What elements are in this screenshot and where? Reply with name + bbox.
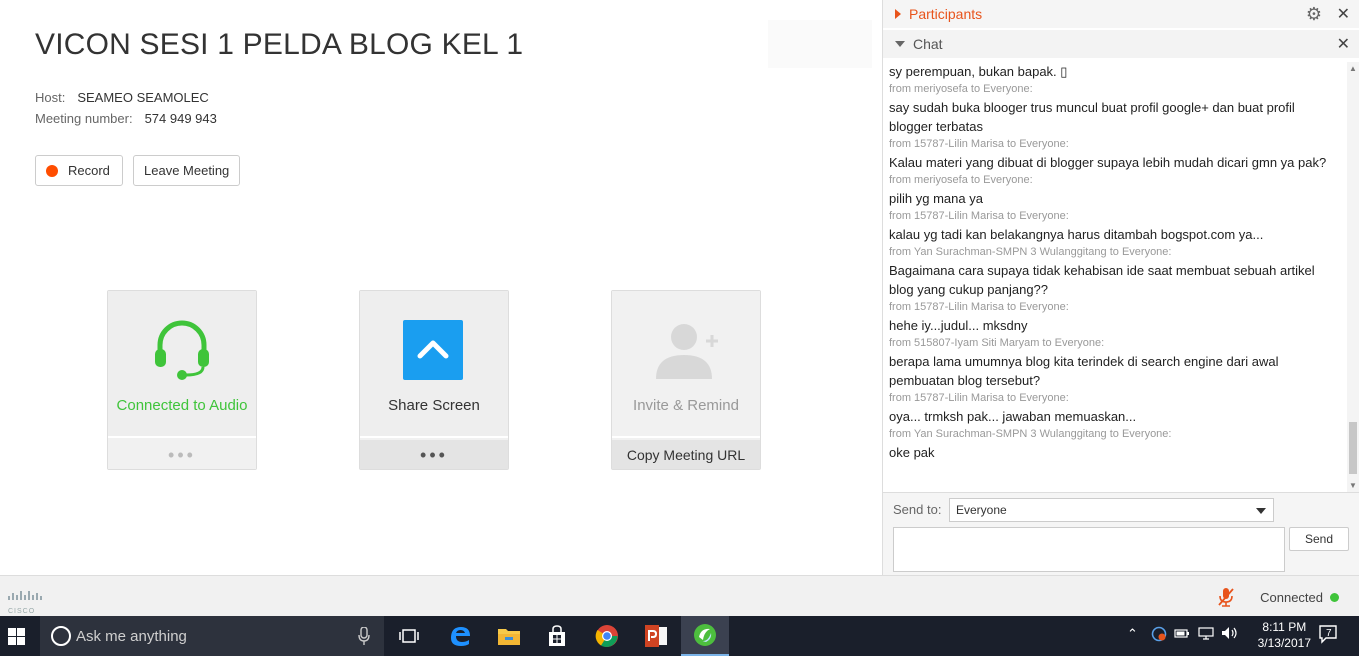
- chat-message: oke pak: [889, 445, 935, 460]
- meeting-number-row: Meeting number: 574 949 943: [35, 111, 217, 126]
- chat-message: Bagaimana cara supaya tidak kehabisan id…: [889, 263, 1315, 313]
- chevron-up-icon[interactable]: ⌃: [1127, 626, 1138, 642]
- chat-message: hehe iy...judul... mksdny from 515807-Iya…: [889, 318, 1105, 349]
- microphone-icon[interactable]: [358, 627, 370, 645]
- powerpoint-icon[interactable]: [632, 616, 680, 656]
- share-more-button[interactable]: •••: [360, 440, 508, 469]
- close-icon[interactable]: ✕: [1337, 4, 1350, 24]
- chat-message: berapa lama umumnya blog kita terindek d…: [889, 354, 1279, 404]
- record-button[interactable]: Record: [35, 155, 123, 186]
- send-to-select[interactable]: Everyone: [949, 498, 1274, 522]
- meeting-title: VICON SESI 1 PELDA BLOG KEL 1: [35, 28, 524, 61]
- send-to-value: Everyone: [956, 503, 1007, 517]
- network-icon[interactable]: [1198, 626, 1214, 643]
- host-row: Host: SEAMEO SEAMOLEC: [35, 90, 209, 105]
- chat-input[interactable]: [893, 527, 1285, 572]
- chat-message: pilih yg mana ya from 15787-Lilin Marisa …: [889, 191, 1069, 222]
- connection-status: Connected: [1260, 590, 1323, 605]
- scroll-thumb[interactable]: [1349, 422, 1357, 474]
- muted-mic-icon[interactable]: [1217, 587, 1235, 607]
- chat-message: sy perempuan, bukan bapak. ▯ from meriyos…: [889, 64, 1068, 95]
- chat-message: Kalau materi yang dibuat di blogger supa…: [889, 155, 1327, 186]
- cisco-bars-icon: [8, 591, 42, 600]
- system-clock[interactable]: 8:11 PM 3/13/2017: [1258, 619, 1311, 651]
- send-button[interactable]: Send: [1289, 527, 1349, 551]
- host-label: Host:: [35, 90, 66, 105]
- volume-icon[interactable]: [1221, 626, 1239, 643]
- notification-count: 7: [1326, 628, 1332, 639]
- taskbar-search[interactable]: Ask me anything: [40, 616, 384, 656]
- cisco-wordmark: CISCO: [8, 608, 36, 615]
- share-screen-tile[interactable]: Share Screen •••: [359, 290, 509, 470]
- connection-indicator: [1330, 593, 1339, 602]
- webex-icon[interactable]: [681, 616, 729, 656]
- file-explorer-icon[interactable]: [485, 616, 533, 656]
- meeting-number-value: 574 949 943: [144, 111, 217, 126]
- audio-more-button[interactable]: •••: [108, 440, 256, 469]
- share-screen-label: Share Screen: [388, 397, 480, 414]
- chat-header[interactable]: Chat ✕: [883, 30, 1359, 58]
- scroll-up-icon[interactable]: ▲: [1349, 64, 1357, 73]
- leave-meeting-button[interactable]: Leave Meeting: [133, 155, 241, 186]
- chevron-down-icon: [1256, 508, 1266, 514]
- edge-browser-icon[interactable]: [436, 616, 484, 656]
- battery-icon[interactable]: [1174, 626, 1190, 643]
- windows-taskbar: Ask me anything ⌃ 8:11 PM 3/13/2017 7: [0, 616, 1359, 656]
- task-view-icon[interactable]: [385, 616, 433, 656]
- audio-tile[interactable]: Connected to Audio •••: [107, 290, 257, 470]
- more-dots-icon: •••: [420, 444, 448, 465]
- chat-message: kalau yg tadi kan belakangnya harus dita…: [889, 227, 1264, 258]
- collapse-icon: [895, 41, 905, 47]
- chat-message: oya... trmksh pak... jawaban memuaskan..…: [889, 409, 1172, 440]
- meeting-number-label: Meeting number:: [35, 111, 133, 126]
- cisco-logo: CISCO: [8, 588, 44, 615]
- audio-tile-main[interactable]: Connected to Audio: [108, 291, 256, 438]
- copy-meeting-url-button[interactable]: Copy Meeting URL: [612, 440, 760, 469]
- send-to-label: Send to:: [893, 502, 942, 517]
- more-dots-icon: •••: [168, 444, 196, 465]
- meeting-actions: Record Leave Meeting: [35, 155, 241, 186]
- share-screen-main[interactable]: Share Screen: [360, 291, 508, 438]
- status-bar: CISCO Connected: [0, 575, 1359, 616]
- store-icon[interactable]: [533, 616, 581, 656]
- host-value: SEAMEO SEAMOLEC: [77, 90, 209, 105]
- gear-icon[interactable]: ⚙: [1306, 4, 1322, 25]
- action-center-icon[interactable]: 7: [1318, 624, 1338, 647]
- search-placeholder: Ask me anything: [76, 627, 187, 645]
- participants-title: Participants: [909, 6, 983, 22]
- invite-remind-button[interactable]: Invite & Remind: [612, 291, 760, 438]
- record-dot-icon: [46, 164, 58, 177]
- share-screen-icon: [403, 320, 463, 380]
- expand-icon: [895, 9, 901, 19]
- record-label: Record: [68, 163, 110, 178]
- add-person-icon: [656, 324, 718, 379]
- chat-scrollbar[interactable]: ▲ ▼: [1347, 62, 1359, 492]
- blank-panel: [768, 20, 872, 68]
- close-icon[interactable]: ✕: [1337, 34, 1350, 54]
- cortana-icon: [51, 626, 71, 646]
- invite-label: Invite & Remind: [633, 397, 739, 414]
- scroll-down-icon[interactable]: ▼: [1349, 481, 1357, 490]
- meeting-info-area: VICON SESI 1 PELDA BLOG KEL 1 Host: SEAME…: [0, 0, 882, 575]
- chrome-icon[interactable]: [583, 616, 631, 656]
- windows-start-icon[interactable]: [8, 628, 25, 645]
- clock-time: 8:11 PM: [1262, 620, 1307, 634]
- clock-date: 3/13/2017: [1257, 636, 1311, 650]
- audio-label: Connected to Audio: [116, 397, 248, 414]
- headset-icon: [155, 320, 209, 380]
- chat-message: say sudah buka blooger trus muncul buat …: [889, 100, 1295, 150]
- invite-tile[interactable]: Invite & Remind Copy Meeting URL: [611, 290, 761, 470]
- network-alert-icon[interactable]: [1151, 626, 1167, 645]
- chat-messages: sy perempuan, bukan bapak. ▯ from meriyos…: [883, 62, 1349, 492]
- side-panel: Participants ⚙ ✕ Chat ✕ sy perempuan, bu…: [882, 0, 1359, 575]
- chat-compose: Send to: Everyone Send: [883, 492, 1359, 575]
- chat-title: Chat: [913, 36, 943, 52]
- webex-window: VICON SESI 1 PELDA BLOG KEL 1 Host: SEAME…: [0, 0, 1359, 656]
- participants-header[interactable]: Participants ⚙ ✕: [883, 0, 1359, 28]
